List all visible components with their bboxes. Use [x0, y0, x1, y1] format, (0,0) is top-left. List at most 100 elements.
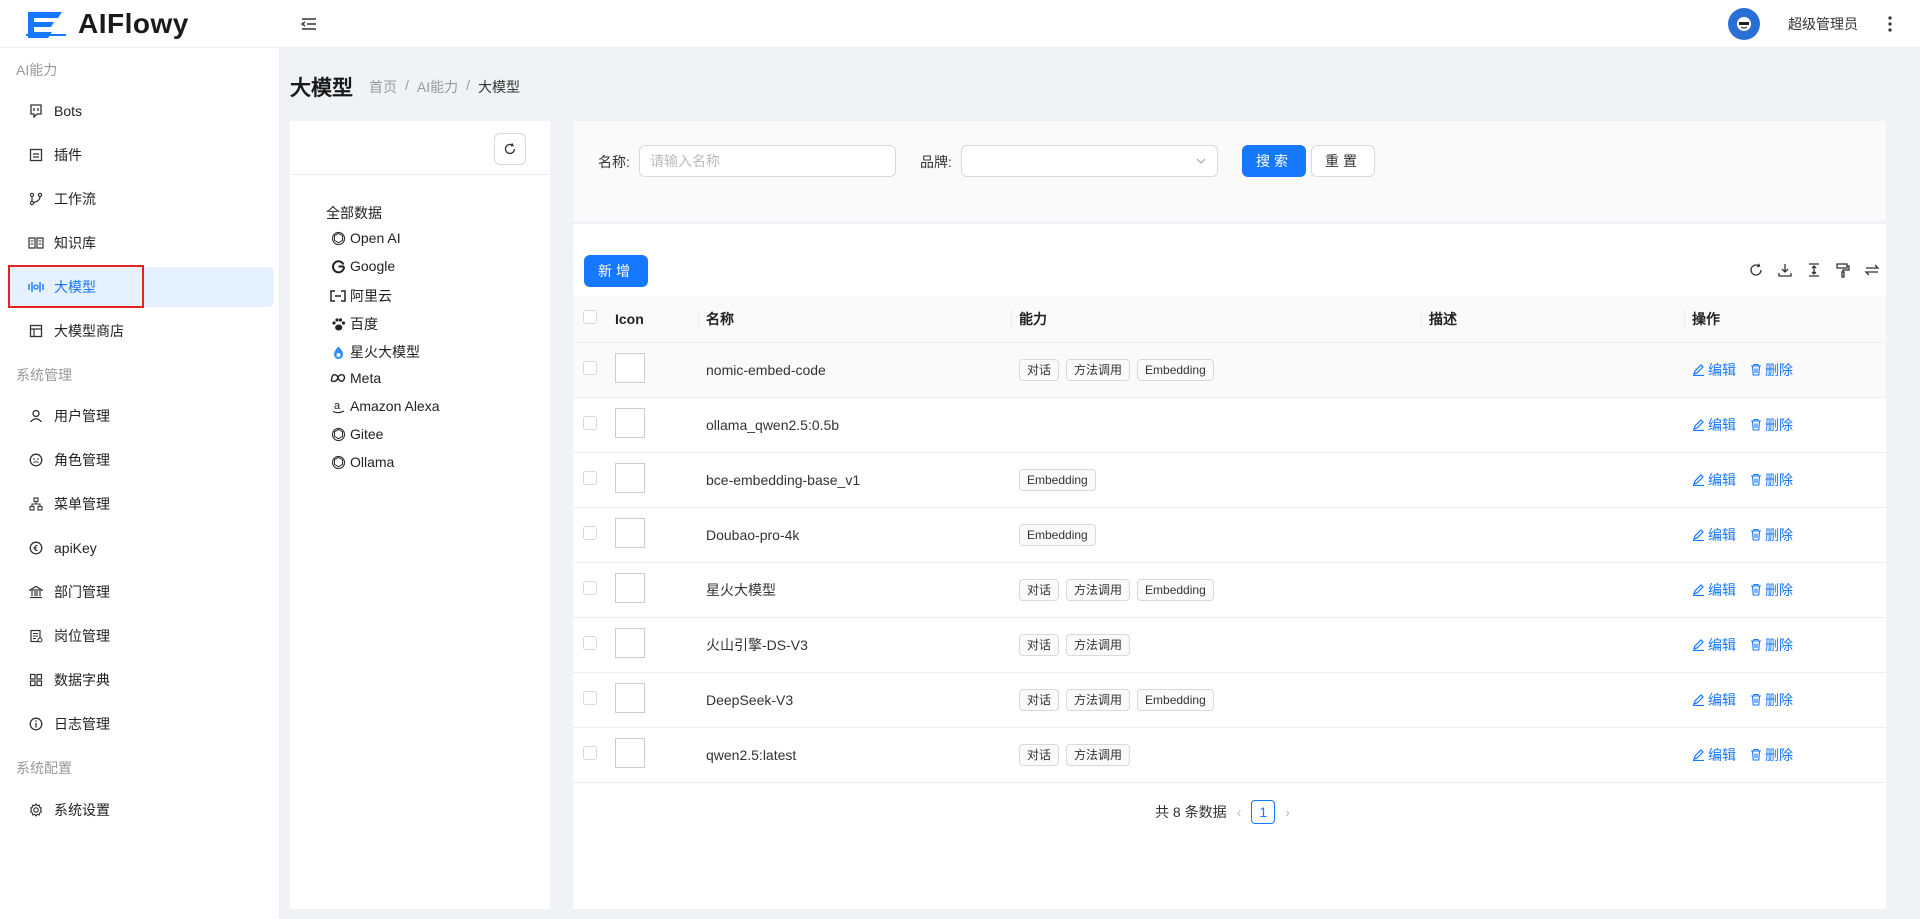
- brand-select[interactable]: [961, 145, 1218, 177]
- sidebar-item-label: 插件: [54, 147, 82, 163]
- breadcrumb-current: 大模型: [478, 79, 521, 95]
- edit-icon: [1692, 748, 1708, 761]
- delete-button[interactable]: 删除: [1750, 360, 1793, 380]
- reset-button[interactable]: 重置: [1311, 145, 1375, 177]
- brand-item-spark[interactable]: 星火大模型: [330, 342, 420, 362]
- row-description-cell: [1421, 617, 1684, 673]
- edit-label: 编辑: [1708, 691, 1736, 708]
- table-row[interactable]: nomic-embed-code 对话 方法调用 Embedding 编辑 删除: [573, 342, 1886, 398]
- brand-item-gitee[interactable]: Gitee: [330, 426, 383, 442]
- book-icon: [28, 235, 44, 251]
- brand-item-openai[interactable]: Open AI: [330, 230, 401, 246]
- table-row[interactable]: qwen2.5:latest 对话 方法调用 编辑 删除: [573, 727, 1886, 783]
- add-button[interactable]: 新增: [584, 255, 648, 287]
- sidebar-item-dictionary[interactable]: 数据字典: [8, 660, 274, 700]
- row-checkbox[interactable]: [583, 471, 597, 485]
- sidebar-item-roles[interactable]: 角色管理: [8, 440, 274, 480]
- edit-button[interactable]: 编辑: [1692, 745, 1736, 765]
- delete-button[interactable]: 删除: [1750, 635, 1793, 655]
- sidebar-item-settings[interactable]: 系统设置: [8, 790, 274, 830]
- row-checkbox[interactable]: [583, 416, 597, 430]
- edit-button[interactable]: 编辑: [1692, 360, 1736, 380]
- name-search-input[interactable]: 请输入名称: [639, 145, 896, 177]
- active-item-highlight: [8, 265, 144, 308]
- sidebar-item-users[interactable]: 用户管理: [8, 396, 274, 436]
- breadcrumb-ai[interactable]: AI能力: [417, 77, 458, 97]
- delete-button[interactable]: 删除: [1750, 745, 1793, 765]
- sidebar-item-bots[interactable]: Bots: [8, 91, 274, 131]
- next-page-icon[interactable]: ›: [1285, 804, 1290, 820]
- brand-all[interactable]: 全部数据: [326, 203, 382, 223]
- edit-button[interactable]: 编辑: [1692, 690, 1736, 710]
- user-name[interactable]: 超级管理员: [1788, 14, 1858, 34]
- ability-tag: 对话: [1019, 578, 1060, 601]
- sidebar-item-plugins[interactable]: 插件: [8, 135, 274, 175]
- brand-item-baidu[interactable]: 百度: [330, 314, 378, 334]
- edit-button[interactable]: 编辑: [1692, 415, 1736, 435]
- sidebar-item-logs[interactable]: 日志管理: [8, 704, 274, 744]
- delete-button[interactable]: 删除: [1750, 525, 1793, 545]
- sidebar-item-model-store[interactable]: 大模型商店: [8, 311, 274, 351]
- sidebar-item-menus[interactable]: 菜单管理: [8, 484, 274, 524]
- refresh-icon[interactable]: [1748, 262, 1764, 278]
- row-checkbox[interactable]: [583, 636, 597, 650]
- search-button[interactable]: 搜索: [1242, 145, 1306, 177]
- swap-icon[interactable]: [1864, 262, 1880, 278]
- sidebar-item-apikey[interactable]: apiKey: [8, 528, 274, 568]
- brand-item-aliyun[interactable]: 阿里云: [330, 286, 392, 306]
- table-panel: 新增 Icon 名称 能力 描述 操作 nomic-embed-code 对话 方法…: [573, 224, 1886, 909]
- sidebar-item-workflow[interactable]: 工作流: [8, 179, 274, 219]
- delete-label: 删除: [1765, 636, 1793, 653]
- brand-item-google[interactable]: Google: [330, 258, 395, 274]
- table-row[interactable]: ollama_qwen2.5:0.5b 编辑 删除: [573, 397, 1886, 453]
- edit-button[interactable]: 编辑: [1692, 470, 1736, 490]
- brand-item-meta[interactable]: Meta: [330, 370, 381, 386]
- ability-tag: 对话: [1019, 743, 1060, 766]
- select-all-checkbox[interactable]: [583, 310, 597, 325]
- delete-button[interactable]: 删除: [1750, 415, 1793, 435]
- more-vertical-icon[interactable]: [1884, 12, 1896, 36]
- table-row[interactable]: bce-embedding-base_v1 Embedding 编辑 删除: [573, 452, 1886, 508]
- table-row[interactable]: 火山引擎-DS-V3 对话 方法调用 编辑 删除: [573, 617, 1886, 673]
- brand-item-ollama[interactable]: Ollama: [330, 454, 394, 470]
- row-description-cell: [1421, 342, 1684, 398]
- row-checkbox[interactable]: [583, 526, 597, 540]
- edit-icon: [1692, 418, 1708, 431]
- edit-button[interactable]: 编辑: [1692, 580, 1736, 600]
- breadcrumb-home[interactable]: 首页: [369, 77, 397, 97]
- row-checkbox[interactable]: [583, 746, 597, 760]
- brand-item-amazon[interactable]: a Amazon Alexa: [330, 398, 440, 414]
- row-checkbox[interactable]: [583, 581, 597, 595]
- column-header-name: 名称: [698, 296, 1011, 343]
- delete-button[interactable]: 删除: [1750, 580, 1793, 600]
- sidebar-item-knowledge[interactable]: 知识库: [8, 223, 274, 263]
- download-icon[interactable]: [1777, 262, 1793, 278]
- menu-collapse-icon[interactable]: [299, 14, 319, 34]
- app-logo[interactable]: AIFlowy: [22, 8, 189, 40]
- row-checkbox[interactable]: [583, 361, 597, 375]
- edit-button[interactable]: 编辑: [1692, 525, 1736, 545]
- table-row[interactable]: 星火大模型 对话 方法调用 Embedding 编辑 删除: [573, 562, 1886, 618]
- delete-button[interactable]: 删除: [1750, 470, 1793, 490]
- edit-label: 编辑: [1708, 361, 1736, 378]
- prev-page-icon[interactable]: ‹: [1237, 804, 1242, 820]
- row-select-cell: [573, 452, 613, 508]
- sidebar-item-posts[interactable]: 岗位管理: [8, 616, 274, 656]
- delete-button[interactable]: 删除: [1750, 690, 1793, 710]
- table-row[interactable]: Doubao-pro-4k Embedding 编辑 删除: [573, 507, 1886, 563]
- brand-refresh-button[interactable]: [494, 133, 526, 165]
- format-painter-icon[interactable]: [1835, 262, 1851, 278]
- sidebar-item-departments[interactable]: 部门管理: [8, 572, 274, 612]
- edit-icon: [1692, 693, 1708, 706]
- row-checkbox[interactable]: [583, 691, 597, 705]
- model-icon-placeholder: [615, 628, 645, 658]
- column-height-icon[interactable]: [1806, 262, 1822, 278]
- ability-tag: 对话: [1019, 633, 1060, 656]
- brand-label: Google: [350, 258, 396, 274]
- model-icon-placeholder: [615, 463, 645, 493]
- search-panel: 名称: 请输入名称 品牌: 搜索 重置: [573, 121, 1886, 221]
- page-number[interactable]: 1: [1251, 800, 1276, 824]
- table-row[interactable]: DeepSeek-V3 对话 方法调用 Embedding 编辑 删除: [573, 672, 1886, 728]
- edit-button[interactable]: 编辑: [1692, 635, 1736, 655]
- avatar[interactable]: [1728, 8, 1760, 40]
